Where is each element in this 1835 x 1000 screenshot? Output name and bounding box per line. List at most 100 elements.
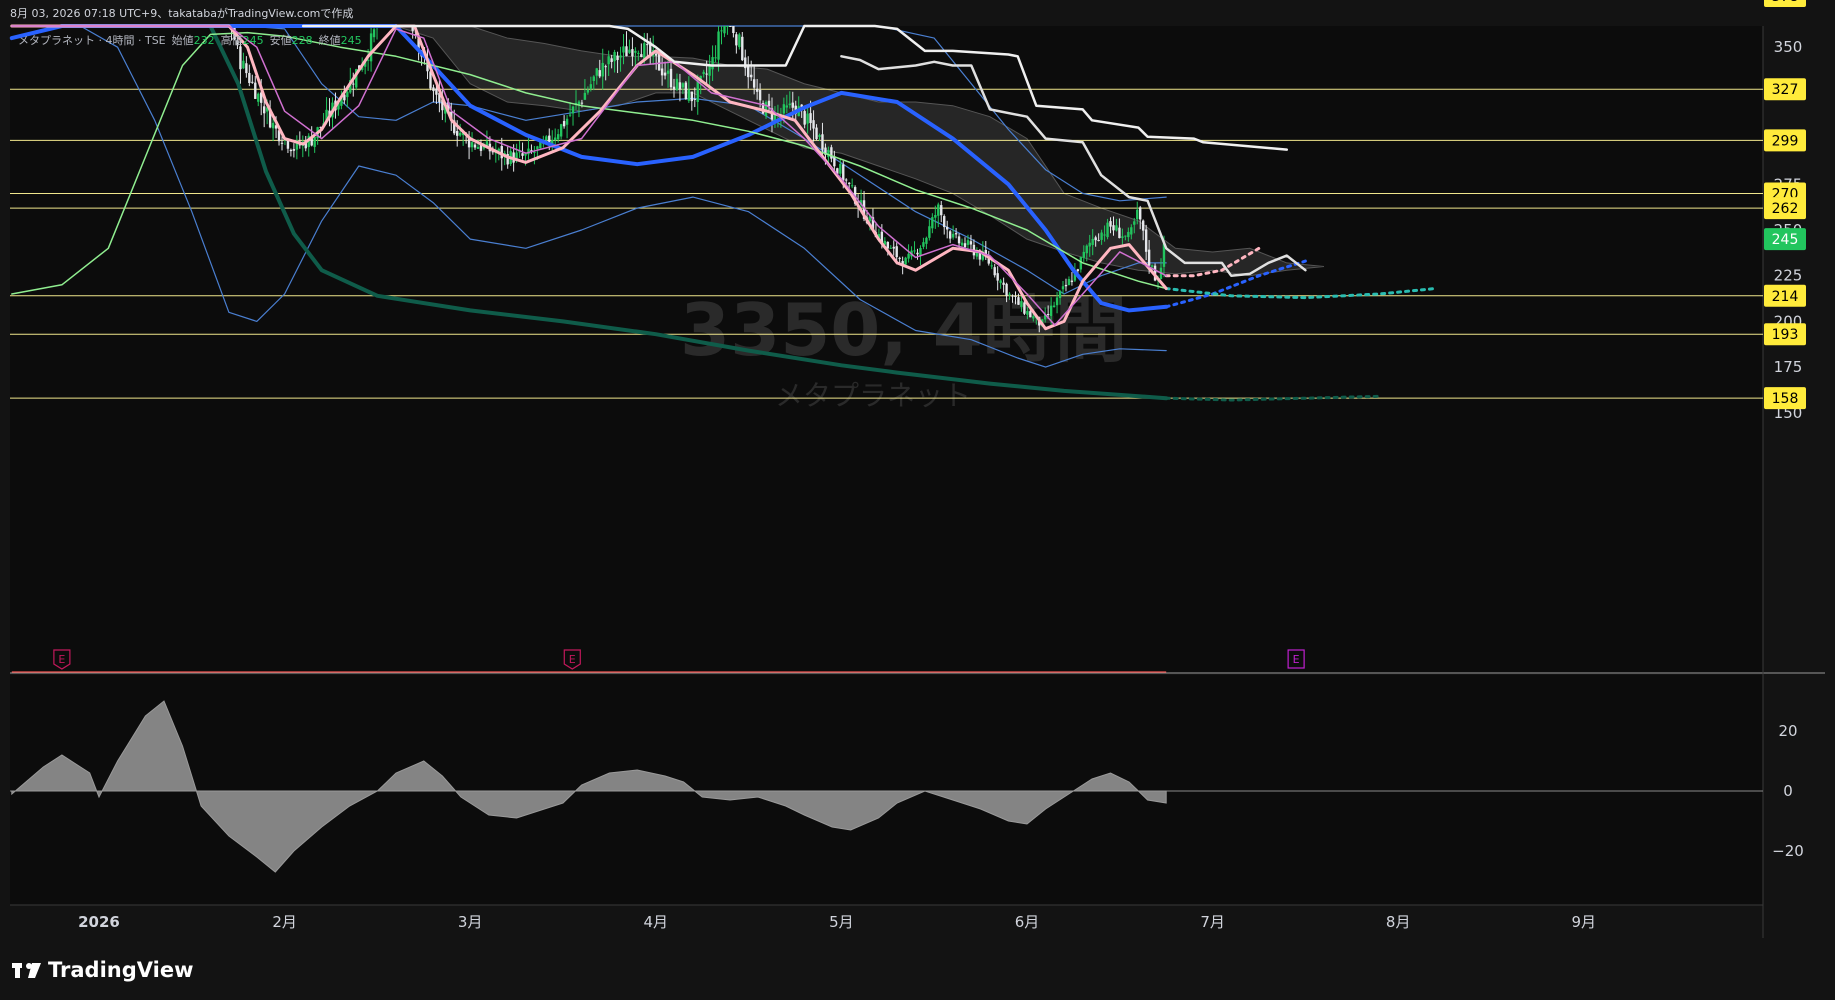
candle-body: [847, 182, 851, 184]
candle-body: [1049, 305, 1053, 316]
candle-body: [458, 132, 462, 136]
candle-body: [845, 179, 848, 181]
candle-body: [610, 58, 613, 62]
candle-body: [473, 144, 477, 148]
candle-body: [346, 91, 349, 98]
chart-caption: 8月 03, 2026 07:18 UTC+9、takatabaがTrading…: [10, 6, 353, 20]
candle-body: [791, 102, 794, 108]
candle-body: [1070, 280, 1074, 283]
candle-body: [1094, 237, 1097, 241]
candle-body: [613, 51, 616, 62]
candle-body: [785, 105, 789, 108]
candle-body: [948, 231, 952, 239]
candle-body: [913, 250, 916, 252]
candle-body: [788, 103, 792, 106]
x-tick-0: 2026: [78, 913, 120, 931]
candle-body: [842, 164, 845, 181]
candle-body: [678, 82, 682, 90]
candle-body: [1144, 229, 1148, 252]
candle-body: [248, 72, 251, 83]
candle-body: [963, 243, 967, 248]
candle-body: [812, 120, 815, 129]
candle-body: [1133, 221, 1136, 225]
candle-body: [640, 54, 643, 57]
candle-body: [1115, 225, 1118, 231]
candle-body: [521, 153, 524, 156]
legend-symbol: メタプラネット · 4時間 · TSE: [18, 34, 166, 47]
candle-body: [562, 121, 566, 127]
candle-body: [254, 82, 257, 99]
legend-high-label: 高値: [221, 33, 243, 47]
price-tag-text-214: 214: [1772, 289, 1799, 305]
candle-body: [928, 226, 931, 238]
candle-body: [568, 114, 572, 116]
chart-screen: 3350, 4時間 メタプラネット 1501752002252502753003…: [0, 0, 1835, 1000]
candle-body: [696, 81, 699, 102]
candle-body: [931, 217, 934, 229]
candle-body: [292, 149, 296, 151]
candle-body: [839, 163, 842, 174]
x-tick-3: 4月: [644, 913, 669, 931]
y-tick-350: 350: [1774, 38, 1803, 56]
legend-close-label: 終値: [319, 33, 341, 47]
candle-body: [735, 34, 738, 46]
logo-text: TradingView: [48, 958, 193, 982]
candle-body: [886, 241, 889, 249]
candle-body: [945, 226, 949, 230]
candle-body: [758, 89, 762, 101]
candle-body: [1097, 239, 1100, 241]
y-tick-225: 225: [1774, 267, 1803, 285]
candle-body: [1055, 297, 1059, 306]
candle-body: [1067, 279, 1071, 286]
price-tag-text-262: 262: [1772, 201, 1799, 217]
candle-body: [556, 134, 560, 140]
osc-tick--20: −20: [1772, 842, 1804, 860]
candle-body: [755, 88, 759, 92]
candle-body: [830, 147, 833, 159]
candle-body: [702, 71, 705, 75]
candle-body: [239, 46, 242, 70]
candle-body: [1008, 293, 1011, 295]
candle-body: [245, 63, 248, 74]
candle-body: [821, 134, 824, 150]
candle-body: [372, 29, 376, 38]
candle-body: [892, 246, 895, 249]
candle-body: [732, 26, 735, 33]
legend-open-value: 232: [194, 34, 215, 47]
candle-body: [1076, 269, 1080, 271]
candle-body: [806, 113, 809, 124]
candle-body: [432, 87, 435, 92]
candle-body: [628, 49, 631, 53]
candle-body: [1014, 295, 1017, 297]
candle-body: [559, 124, 563, 137]
candle-body: [1052, 305, 1056, 308]
candle-body: [1023, 302, 1026, 314]
candle-body: [601, 62, 604, 77]
candle-body: [280, 142, 284, 144]
candle-body: [1109, 221, 1112, 227]
chart-canvas[interactable]: 3350, 4時間 メタプラネット 1501752002252502753003…: [0, 0, 1835, 1000]
candle-body: [1091, 238, 1094, 245]
candle-body: [1088, 242, 1091, 247]
candle-body: [1130, 227, 1133, 235]
candle-body: [681, 83, 685, 88]
candle-body: [925, 237, 928, 244]
candle-body: [625, 46, 628, 57]
candle-body: [1079, 256, 1083, 270]
candle-body: [895, 246, 898, 258]
candle-body: [907, 253, 910, 259]
candle-body: [711, 57, 714, 70]
candle-body: [717, 31, 720, 60]
candle-body: [669, 68, 673, 88]
candle-body: [675, 78, 679, 90]
price-tag-text-158: 158: [1772, 391, 1799, 407]
candle-body: [1058, 291, 1062, 298]
legend-high-value: 245: [243, 34, 264, 47]
candle-body: [1085, 245, 1088, 254]
candle-body: [1032, 316, 1035, 319]
x-tick-7: 8月: [1386, 913, 1411, 931]
candle-body: [616, 55, 619, 60]
candle-body: [619, 55, 622, 58]
candle-body: [586, 89, 590, 93]
candle-body: [622, 46, 625, 53]
